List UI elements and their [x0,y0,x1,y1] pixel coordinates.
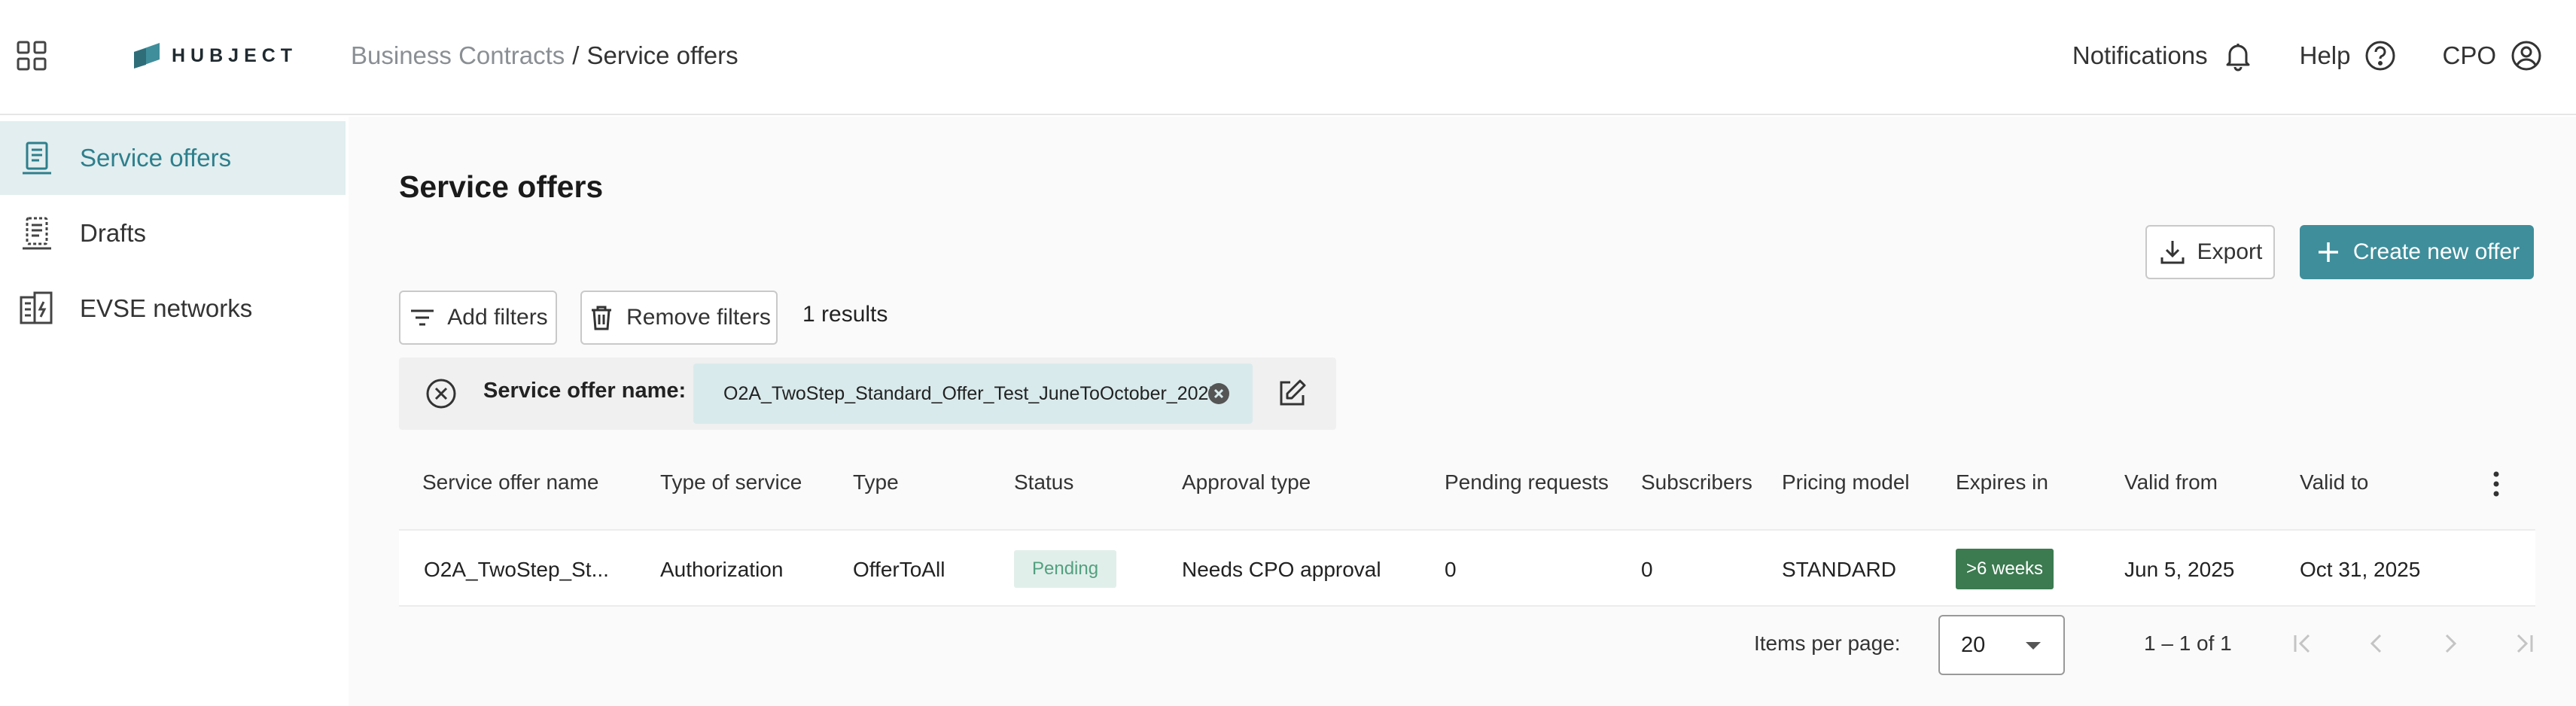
column-header-expires-in[interactable]: Expires in [1956,470,2048,495]
sidebar-item-label: Drafts [80,219,147,247]
breadcrumb: Business Contracts / Service offers [351,39,738,72]
sidebar-item-evse-networks[interactable]: EVSE networks [0,272,346,345]
sidebar-item-label: EVSE networks [80,294,253,322]
download-icon [2160,241,2185,264]
remove-filters-button[interactable]: Remove filters [580,291,778,345]
notifications-label: Notifications [2072,41,2208,69]
expires-badge: >6 weeks [1956,549,2054,589]
logo-text: HUBJECT [172,44,298,66]
remove-filter-icon[interactable] [425,377,458,410]
cell-valid-to: Oct 31, 2025 [2300,558,2421,581]
column-header-valid-from[interactable]: Valid from [2124,470,2218,495]
main-content: Service offers Export Create new offer A… [349,117,2576,706]
apps-grid-icon[interactable] [15,39,48,72]
cell-pricing-model: STANDARD [1782,558,1896,581]
create-label: Create new offer [2352,239,2520,264]
cell-subscribers: 0 [1641,558,1653,581]
caret-down-icon [2026,642,2041,650]
plus-icon [2318,242,2338,262]
next-page-icon[interactable] [2434,627,2467,660]
column-header-type-of-service[interactable]: Type of service [660,470,802,495]
add-filters-button[interactable]: Add filters [399,291,557,345]
filter-list-icon [411,309,434,326]
column-header-name[interactable]: Service offer name [422,470,599,495]
help-circle-icon [2365,41,2395,71]
trash-icon [592,306,612,330]
cell-type-of-service: Authorization [660,558,784,581]
help-label: Help [2299,41,2351,69]
sidebar-item-drafts[interactable]: Drafts [0,196,346,270]
notifications-button[interactable]: Notifications [2072,39,2255,72]
items-per-page-value: 20 [1961,632,1986,657]
help-button[interactable]: Help [2300,39,2398,72]
active-filter-bar: Service offer name: O2A_TwoStep_Standard… [399,358,1336,430]
page-range-label: 1 – 1 of 1 [2144,631,2232,655]
column-header-valid-to[interactable]: Valid to [2300,470,2368,495]
service-offers-table: Service offer name Type of service Type … [399,439,2535,607]
results-count: 1 results [802,302,888,327]
filter-chip-value[interactable]: O2A_TwoStep_Standard_Offer_Test_JuneToOc… [693,364,1253,424]
column-header-status[interactable]: Status [1014,470,1073,495]
table-header: Service offer name Type of service Type … [399,439,2535,529]
items-per-page-select[interactable]: 20 [1938,615,2065,675]
column-header-pending-requests[interactable]: Pending requests [1445,470,1609,495]
user-menu-button[interactable]: CPO [2442,39,2543,72]
clear-value-icon[interactable] [1206,381,1232,406]
hubject-logo[interactable]: HUBJECT [132,39,297,72]
account-circle-icon [2511,41,2541,71]
logo-mark-icon [134,43,160,68]
sidebar-item-label: Service offers [80,144,232,172]
cell-valid-from: Jun 5, 2025 [2124,558,2235,581]
previous-page-icon[interactable] [2360,627,2393,660]
sidebar: Service offers Drafts EVSE networks [0,117,346,706]
more-vert-icon[interactable] [2480,467,2513,501]
status-badge: Pending [1014,550,1117,588]
column-header-subscribers[interactable]: Subscribers [1641,470,1752,495]
remove-filters-label: Remove filters [626,305,771,330]
edit-filter-icon[interactable] [1275,377,1308,410]
paginator: Items per page: 20 1 – 1 of 1 [399,606,2535,681]
export-button[interactable]: Export [2145,225,2275,279]
create-new-offer-button[interactable]: Create new offer [2300,225,2534,279]
cell-type: OfferToAll [853,558,945,581]
drafts-icon [23,217,51,250]
filter-chip-label: Service offer name: [483,379,687,403]
sidebar-item-service-offers[interactable]: Service offers [0,121,346,195]
column-header-pricing-model[interactable]: Pricing model [1782,470,1910,495]
filter-chip-value-text: O2A_TwoStep_Standard_Offer_Test_JuneToOc… [723,382,1219,404]
items-per-page-label: Items per page: [1754,631,1901,655]
cell-approval-type: Needs CPO approval [1182,558,1381,581]
export-label: Export [2197,239,2263,264]
breadcrumb-parent-link[interactable]: Business Contracts [351,41,565,70]
user-label: CPO [2442,41,2496,69]
breadcrumb-separator: / [572,41,580,69]
cell-pending-requests: 0 [1445,558,1457,581]
add-filters-label: Add filters [447,305,548,330]
first-page-icon[interactable] [2286,627,2319,660]
breadcrumb-current: Service offers [586,41,738,69]
last-page-icon[interactable] [2507,627,2541,660]
column-header-approval-type[interactable]: Approval type [1182,470,1311,495]
page-title: Service offers [399,169,604,204]
cell-name[interactable]: O2A_TwoStep_St... [424,558,609,582]
header-actions: Notifications Help CPO [2027,33,2543,78]
table-row[interactable]: O2A_TwoStep_St... Authorization OfferToA… [399,529,2535,607]
top-header: HUBJECT Business Contracts / Service off… [0,0,2576,115]
document-icon [23,142,51,175]
building-icon [20,291,53,324]
bell-icon [2226,44,2250,72]
column-header-type[interactable]: Type [853,470,899,495]
